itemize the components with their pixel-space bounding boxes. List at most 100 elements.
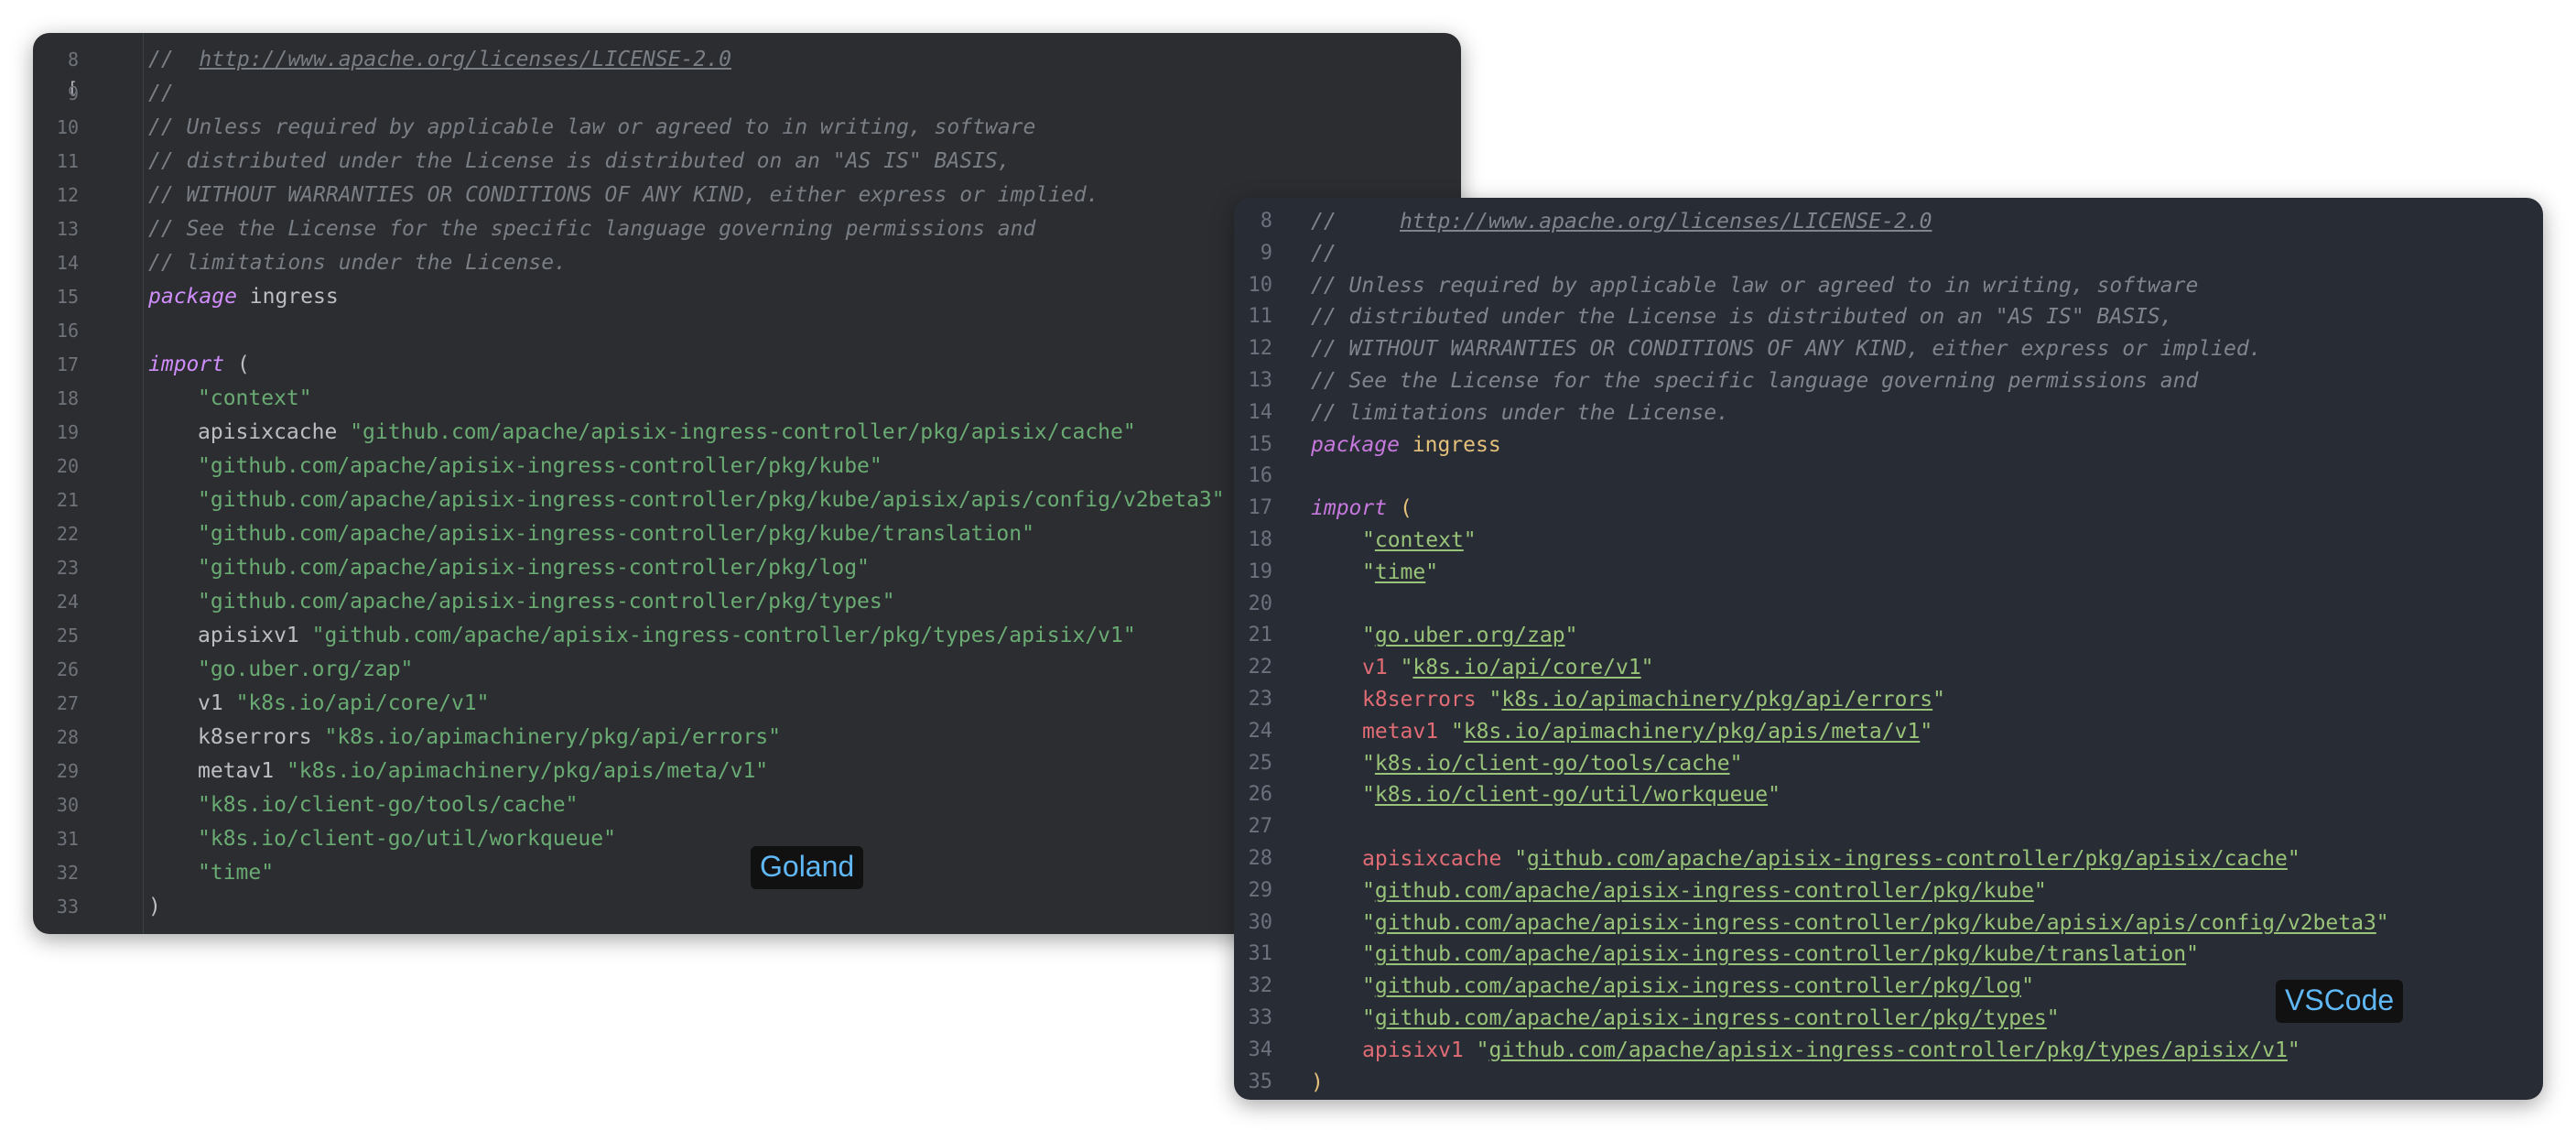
import-path: "github.com/apache/apisix-ingress-contro… [1362, 974, 2034, 999]
import-path-link[interactable]: k8s.io/apimachinery/pkg/apis/meta/v1 [1464, 720, 1921, 744]
line-text: "github.com/apache/apisix-ingress-contro… [1311, 971, 2034, 1003]
line-number: 27 [56, 692, 79, 714]
line-text: // WITHOUT WARRANTIES OR CONDITIONS OF A… [1311, 333, 2262, 365]
code-line: 11 // distributed under the License is di… [1234, 301, 2543, 333]
import-path: "k8s.io/client-go/tools/cache" [198, 793, 579, 817]
line-text: // [148, 77, 174, 111]
line-text: apisixcache "github.com/apache/apisix-in… [148, 416, 1136, 450]
line-number: 33 [1248, 1005, 1273, 1029]
import-path: "github.com/apache/apisix-ingress-contro… [198, 556, 870, 580]
import-path: "github.com/apache/apisix-ingress-contro… [198, 522, 1034, 546]
line-number: 16 [56, 320, 79, 342]
code-line: 24 metav1 "k8s.io/apimachinery/pkg/apis/m… [1234, 716, 2543, 748]
import-path: "github.com/apache/apisix-ingress-contro… [198, 454, 882, 478]
line-text: k8serrors "k8s.io/apimachinery/pkg/api/e… [148, 721, 781, 755]
line-number: 11 [56, 150, 79, 172]
line-text: "time" [1311, 557, 1438, 589]
code-line: 29 "github.com/apache/apisix-ingress-cont… [1234, 875, 2543, 907]
import-path-link[interactable]: k8s.io/api/core/v1 [1412, 656, 1640, 679]
code-line: 16 [1234, 461, 2543, 493]
line-number: 20 [1248, 592, 1273, 615]
line-text: import ( [148, 348, 250, 382]
import-path-link[interactable]: github.com/apache/apisix-ingress-control… [1375, 1006, 2047, 1030]
line-number: 17 [1248, 496, 1273, 520]
code-line: 13 // See the License for the specific la… [1234, 365, 2543, 397]
import-path: "github.com/apache/apisix-ingress-contro… [1362, 1005, 2060, 1030]
vscode-code-area[interactable]: 8 // http://www.apache.org/licenses/LICEN… [1234, 206, 2543, 1098]
import-path: "context" [198, 386, 312, 410]
import-alias: apisixcache [198, 420, 338, 444]
import-path-link[interactable]: github.com/apache/apisix-ingress-control… [1527, 847, 2288, 871]
code-line: 18 "context" [1234, 525, 2543, 557]
comment-text: // http://www.apache.org/licenses/LICENS… [148, 48, 731, 71]
code-line: 23 k8serrors "k8s.io/apimachinery/pkg/api… [1234, 684, 2543, 716]
package-name: ingress [1412, 432, 1501, 457]
line-text: ) [148, 890, 161, 924]
line-number: 12 [1248, 337, 1273, 361]
code-line: 11 // distributed under the License is di… [33, 145, 1461, 179]
import-path: "k8s.io/apimachinery/pkg/api/errors" [1488, 687, 1946, 712]
line-number: 28 [1248, 846, 1273, 870]
import-path-link[interactable]: time [1375, 560, 1425, 584]
line-number: 22 [56, 523, 79, 545]
license-link[interactable]: http://www.apache.org/licenses/LICENSE-2… [1400, 210, 1932, 234]
import-path: "time" [198, 861, 275, 885]
import-path-link[interactable]: github.com/apache/apisix-ingress-control… [1375, 879, 2034, 903]
comment-text: // [148, 81, 174, 105]
line-number: 17 [56, 353, 79, 375]
license-link[interactable]: http://www.apache.org/licenses/LICENSE-2… [199, 48, 731, 71]
code-line: 15 package ingress [1234, 429, 2543, 462]
import-path-link[interactable]: k8s.io/client-go/tools/cache [1375, 752, 1730, 776]
line-number: 18 [56, 387, 79, 409]
import-path: "github.com/apache/apisix-ingress-contro… [1362, 878, 2047, 903]
code-line: 12 // WITHOUT WARRANTIES OR CONDITIONS OF… [1234, 333, 2543, 365]
line-number: 8 [1260, 210, 1272, 233]
line-text: "k8s.io/client-go/tools/cache" [148, 788, 578, 822]
import-path-link[interactable]: github.com/apache/apisix-ingress-control… [1375, 911, 2376, 935]
comment-text: // limitations under the License. [148, 251, 567, 275]
import-path: "context" [1362, 527, 1477, 552]
close-paren: ) [1311, 1070, 1324, 1094]
import-path-link[interactable]: go.uber.org/zap [1375, 624, 1565, 647]
import-path-link[interactable]: github.com/apache/apisix-ingress-control… [1375, 974, 2021, 998]
import-keyword: import [1311, 496, 1388, 521]
line-number: 24 [56, 591, 79, 613]
import-path: "k8s.io/client-go/util/workqueue" [198, 827, 616, 851]
line-text: // limitations under the License. [148, 246, 567, 280]
import-path-link[interactable]: github.com/apache/apisix-ingress-control… [1375, 942, 2186, 966]
import-path-link[interactable]: k8s.io/client-go/util/workqueue [1375, 783, 1768, 807]
line-number: 9 [67, 82, 79, 104]
line-text: metav1 "k8s.io/apimachinery/pkg/apis/met… [1311, 716, 1932, 748]
line-number: 31 [56, 828, 79, 850]
comment-text: // Unless required by applicable law or … [148, 115, 1036, 139]
line-text: package ingress [148, 280, 339, 314]
code-line: 14 // limitations under the License. [1234, 397, 2543, 429]
code-line: 30 "github.com/apache/apisix-ingress-cont… [1234, 907, 2543, 940]
line-number: 33 [56, 896, 79, 918]
line-text: metav1 "k8s.io/apimachinery/pkg/apis/met… [148, 755, 768, 788]
line-text: "github.com/apache/apisix-ingress-contro… [148, 450, 882, 484]
import-alias: v1 [198, 691, 223, 715]
comment-text: // WITHOUT WARRANTIES OR CONDITIONS OF A… [148, 183, 1099, 207]
code-line: 9 // [1234, 238, 2543, 270]
open-paren: ( [236, 353, 250, 376]
line-number: 15 [1248, 432, 1273, 456]
import-alias: apisixcache [1362, 846, 1502, 871]
code-line: 17 import ( [1234, 493, 2543, 525]
import-path: "github.com/apache/apisix-ingress-contro… [1514, 846, 2300, 871]
import-path-link[interactable]: context [1375, 528, 1464, 552]
line-number: 24 [1248, 719, 1273, 743]
line-number: 19 [56, 421, 79, 443]
import-path-link[interactable]: github.com/apache/apisix-ingress-control… [1489, 1038, 2288, 1062]
comment-text: // [1311, 241, 1337, 266]
import-alias: k8serrors [198, 725, 312, 749]
code-line: 10 // Unless required by applicable law o… [33, 111, 1461, 145]
import-path: "k8s.io/api/core/v1" [235, 691, 490, 715]
line-number: 10 [56, 116, 79, 138]
line-number: 21 [56, 489, 79, 511]
line-text: "github.com/apache/apisix-ingress-contro… [1311, 907, 2389, 940]
line-number: 21 [1248, 624, 1273, 647]
line-number: 23 [56, 557, 79, 579]
import-path-link[interactable]: k8s.io/apimachinery/pkg/api/errors [1501, 688, 1932, 712]
line-text: "time" [148, 856, 274, 890]
